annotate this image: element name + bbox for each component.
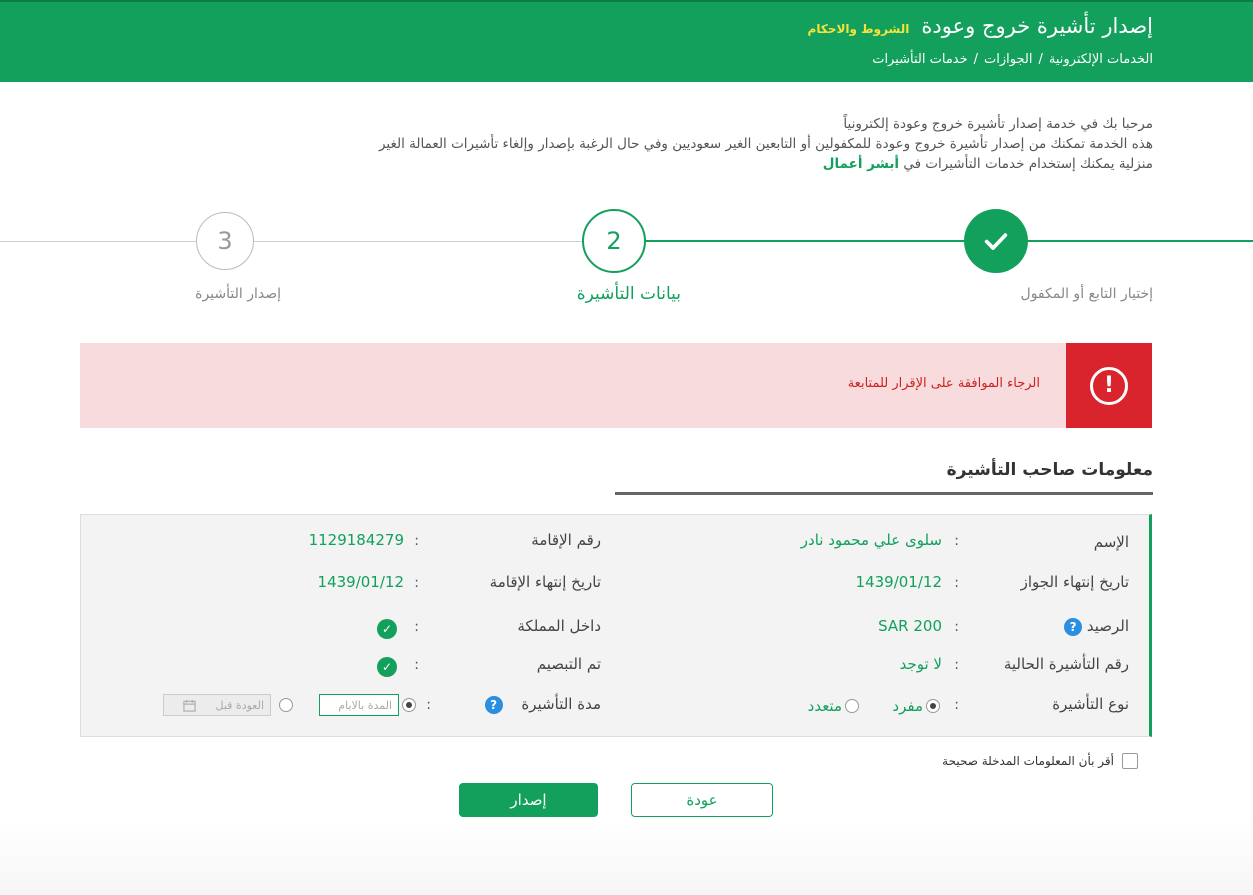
terms-link[interactable]: الشروط والاحكام bbox=[808, 22, 910, 36]
page-title: إصدار تأشيرة خروج وعودة bbox=[921, 14, 1153, 38]
section-title: معلومات صاحب التأشيرة bbox=[946, 460, 1153, 480]
iqama-expiry-value: 1439/01/12 bbox=[317, 573, 404, 591]
step-3-circle: 3 bbox=[196, 212, 254, 270]
colon: : bbox=[414, 657, 419, 673]
question-circle-icon[interactable]: ? bbox=[484, 695, 503, 714]
iqama-expiry-label: تاريخ إنتهاء الإقامة bbox=[489, 573, 601, 591]
alert-icon-box: ! bbox=[1066, 343, 1152, 428]
visa-duration-label: مدة التأشيرة bbox=[521, 695, 601, 713]
current-visa-value: لا توجد bbox=[899, 655, 942, 673]
stepper-line-completed bbox=[613, 240, 1253, 242]
agreement-checkbox[interactable] bbox=[1122, 753, 1138, 769]
visa-type-multiple-radio[interactable] bbox=[845, 699, 859, 713]
colon: : bbox=[954, 575, 959, 591]
stepper-line-pending bbox=[0, 241, 613, 242]
calendar-icon bbox=[182, 699, 196, 712]
visa-type-multiple-option[interactable]: متعدد bbox=[808, 697, 859, 715]
visa-type-label: نوع التأشيرة bbox=[1052, 695, 1129, 713]
question-circle-icon[interactable]: ? bbox=[1064, 617, 1083, 636]
intro-line-3-text: منزلية يمكنك إستخدام خدمات التأشيرات في bbox=[903, 156, 1153, 172]
back-button[interactable]: عودة bbox=[631, 783, 773, 817]
error-alert: ! الرجاء الموافقة على الإقرار للمتابعة bbox=[80, 343, 1152, 428]
absher-business-link[interactable]: أبشر أعمال bbox=[823, 156, 899, 172]
breadcrumb-item-passports[interactable]: الجوازات bbox=[984, 52, 1032, 67]
progress-stepper: 2 3 إختيار التابع أو المكفول بيانات التأ… bbox=[0, 209, 1253, 312]
check-circle-icon: ✓ bbox=[377, 657, 397, 677]
fingerprinted-label: تم التبصيم bbox=[536, 655, 601, 673]
breadcrumb-item-visa-services[interactable]: خدمات التأشيرات bbox=[872, 52, 967, 67]
balance-label: الرصيد bbox=[1086, 617, 1129, 635]
section-underline bbox=[615, 492, 1153, 495]
step-3-label: إصدار التأشيرة bbox=[195, 286, 281, 302]
name-value: سلوى علي محمود نادر bbox=[800, 531, 942, 549]
duration-days-input[interactable]: المدة بالايام bbox=[319, 694, 399, 716]
iqama-number-value: 1129184279 bbox=[308, 531, 404, 549]
passport-expiry-label: تاريخ إنتهاء الجواز bbox=[1020, 573, 1129, 591]
colon: : bbox=[414, 575, 419, 591]
current-visa-label: رقم التأشيرة الحالية bbox=[1003, 655, 1129, 673]
breadcrumb: الخدمات الإلكترونية / الجوازات / خدمات ا… bbox=[872, 52, 1153, 67]
page-header: إصدار تأشيرة خروج وعودة الشروط والاحكام … bbox=[0, 0, 1253, 82]
inside-kingdom-label: داخل المملكة bbox=[517, 617, 601, 635]
check-circle-icon: ✓ bbox=[377, 619, 397, 639]
inside-kingdom-status: ✓ bbox=[377, 618, 397, 639]
return-before-date-input[interactable]: العودة قبل bbox=[163, 694, 271, 716]
background-pattern bbox=[0, 820, 1253, 895]
header-title-row: إصدار تأشيرة خروج وعودة الشروط والاحكام bbox=[808, 14, 1153, 38]
visa-type-single-radio[interactable] bbox=[926, 699, 940, 713]
intro-line-1: مرحبا بك في خدمة إصدار تأشيرة خروج وعودة… bbox=[843, 116, 1153, 132]
agreement-row[interactable]: أقر بأن المعلومات المدخلة صحيحة bbox=[942, 753, 1138, 769]
colon: : bbox=[954, 619, 959, 635]
return-before-placeholder: العودة قبل bbox=[215, 698, 264, 712]
return-before-radio[interactable] bbox=[279, 698, 293, 712]
step-2-label: بيانات التأشيرة bbox=[576, 284, 681, 304]
visa-type-single-label: مفرد bbox=[892, 697, 923, 715]
step-2-circle: 2 bbox=[582, 209, 646, 273]
passport-expiry-value: 1439/01/12 bbox=[855, 573, 942, 591]
duration-days-radio[interactable] bbox=[402, 698, 416, 712]
exclamation-glyph: ! bbox=[1103, 373, 1115, 398]
visa-holder-info-panel: الإسم : سلوى علي محمود نادر رقم الإقامة … bbox=[80, 514, 1152, 737]
colon: : bbox=[954, 697, 959, 713]
step-1-circle bbox=[964, 209, 1028, 273]
step-1-label: إختيار التابع أو المكفول bbox=[1020, 286, 1153, 302]
intro-line-2: هذه الخدمة تمكنك من إصدار تأشيرة خروج وع… bbox=[378, 136, 1153, 152]
exclamation-circle-icon: ! bbox=[1090, 366, 1128, 405]
colon: : bbox=[414, 619, 419, 635]
intro-text: مرحبا بك في خدمة إصدار تأشيرة خروج وعودة… bbox=[93, 114, 1153, 174]
iqama-number-label: رقم الإقامة bbox=[531, 531, 601, 549]
colon: : bbox=[954, 533, 959, 549]
step-3-number: 3 bbox=[217, 227, 233, 255]
check-icon bbox=[984, 233, 1008, 250]
balance-label-group: الرصيد ? bbox=[1060, 617, 1129, 636]
visa-type-multiple-label: متعدد bbox=[807, 697, 842, 715]
balance-value: SAR 200 bbox=[878, 617, 942, 635]
step-2-number: 2 bbox=[606, 227, 622, 255]
name-label: الإسم bbox=[1093, 533, 1129, 551]
colon: : bbox=[426, 697, 431, 713]
intro-line-3: منزلية يمكنك إستخدام خدمات التأشيرات في … bbox=[93, 154, 1153, 174]
breadcrumb-separator: / bbox=[1038, 52, 1043, 67]
agreement-label: أقر بأن المعلومات المدخلة صحيحة bbox=[942, 754, 1114, 768]
visa-type-single-option[interactable]: مفرد bbox=[892, 697, 940, 715]
colon: : bbox=[414, 533, 419, 549]
alert-message: الرجاء الموافقة على الإقرار للمتابعة bbox=[847, 376, 1040, 391]
breadcrumb-separator: / bbox=[973, 52, 979, 67]
visa-duration-label-group: مدة التأشيرة ? bbox=[481, 695, 601, 714]
colon: : bbox=[954, 657, 959, 673]
fingerprinted-status: ✓ bbox=[377, 656, 397, 677]
breadcrumb-item-eservices[interactable]: الخدمات الإلكترونية bbox=[1049, 52, 1153, 67]
issue-button[interactable]: إصدار bbox=[459, 783, 598, 817]
